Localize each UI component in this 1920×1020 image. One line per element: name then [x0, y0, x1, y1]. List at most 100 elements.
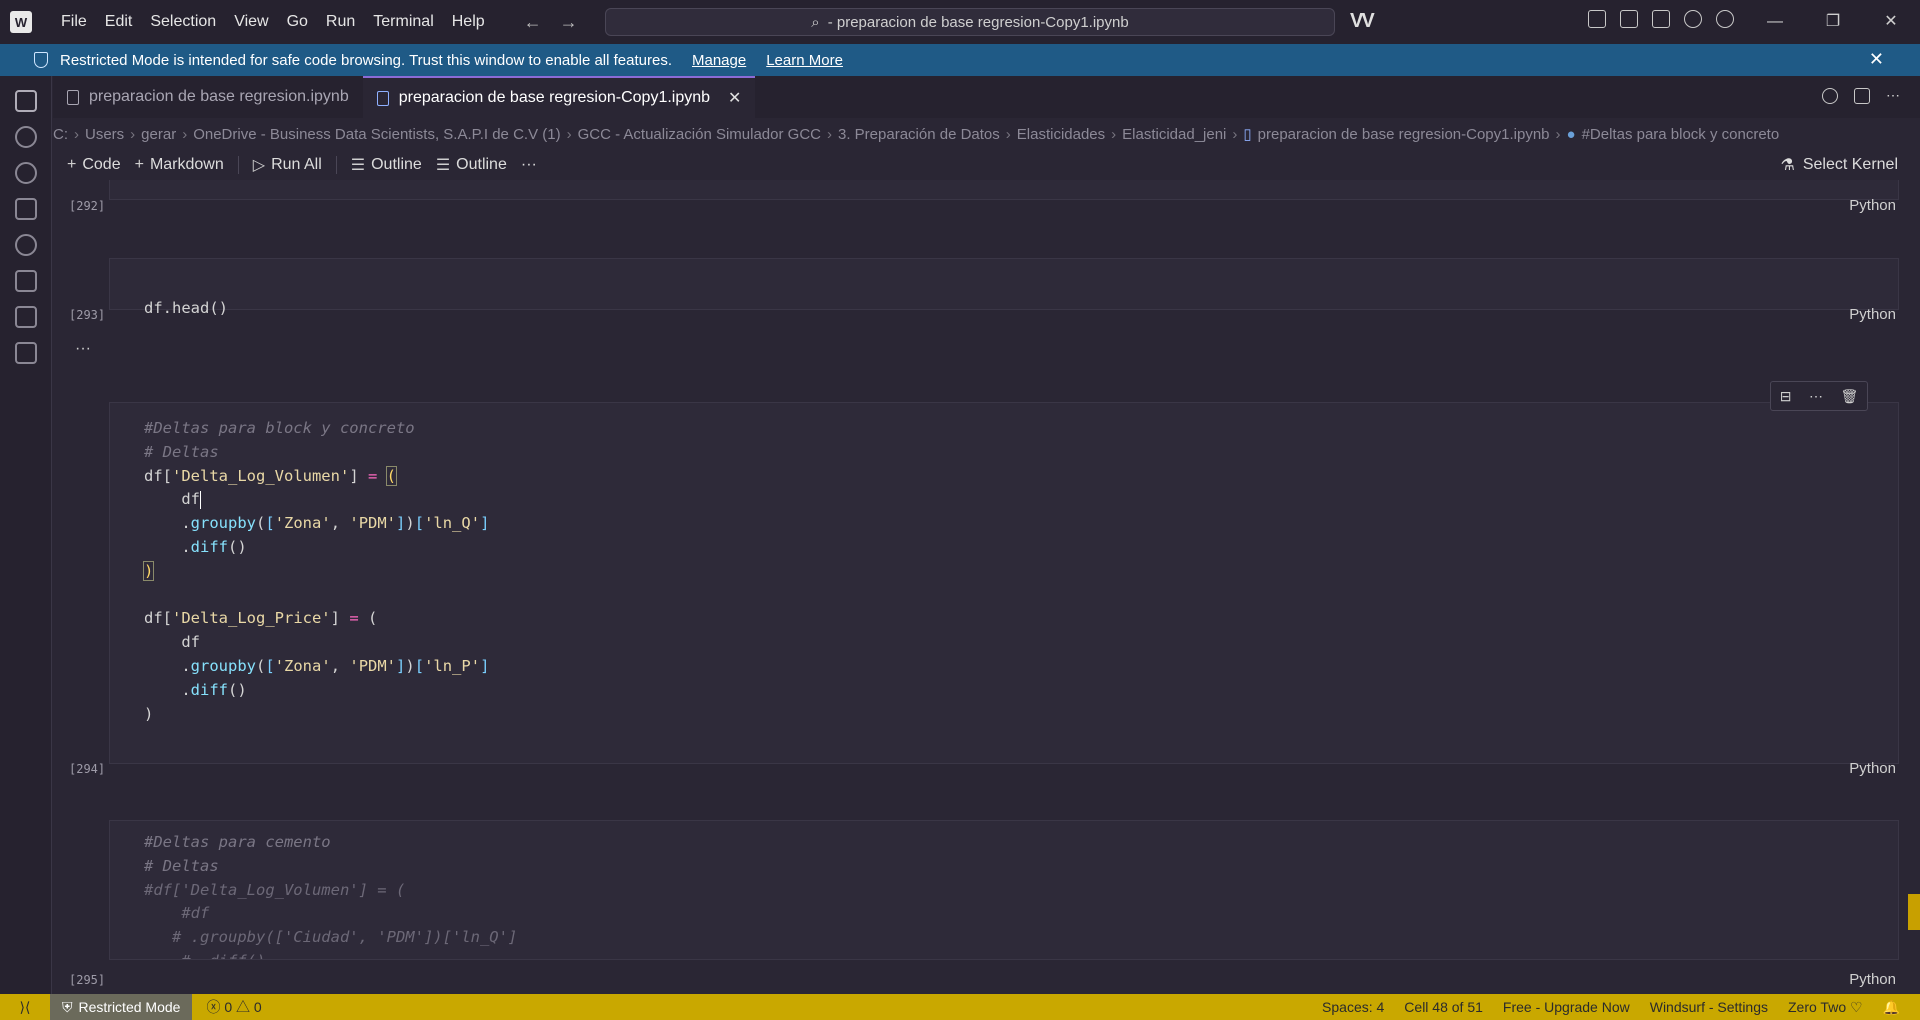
breadcrumb-item[interactable]: OneDrive - Business Data Scientists, S.A… [193, 126, 560, 143]
breadcrumb-item[interactable]: gerar [141, 126, 176, 143]
run-all-icon: ▷ [252, 157, 266, 174]
notebook-editor: df['...'] = df['...'] - df['...'] [292] … [53, 180, 1920, 994]
run-all-button[interactable]: ▷ Run All [253, 155, 322, 175]
cell-language[interactable]: Python [1849, 760, 1896, 777]
breadcrumb-item[interactable]: Elasticidades [1017, 126, 1105, 143]
extensions-icon[interactable] [14, 342, 37, 364]
menu-bar: File Edit Selection View Go Run Terminal… [52, 0, 494, 44]
select-kernel-button[interactable]: ⚗ Select Kernel [1780, 155, 1898, 175]
menu-edit[interactable]: Edit [96, 0, 142, 44]
remote-indicator-icon[interactable]: ⟩⟨ [0, 999, 50, 1016]
windsurf-logo-icon[interactable]: VV [1350, 10, 1375, 33]
run-debug-icon[interactable] [14, 270, 37, 292]
close-window-icon[interactable]: ✕ [1862, 0, 1920, 44]
kernel-icon: ⚗ [1780, 157, 1795, 174]
menu-terminal[interactable]: Terminal [364, 0, 442, 44]
cell-code: #Deltas para cemento # Deltas #df['Delta… [144, 833, 518, 959]
scrollbar-marker[interactable] [1908, 894, 1920, 930]
restore-icon[interactable]: ❐ [1804, 0, 1862, 44]
cell-language[interactable]: Python [1849, 197, 1896, 214]
python-icon: ● [1566, 125, 1576, 143]
outline-button[interactable]: ☰ Outline [351, 155, 422, 175]
code-cell[interactable]: df['...'] = df['...'] - df['...'] [109, 180, 1899, 200]
forward-arrow-icon[interactable]: → [560, 12, 578, 33]
breadcrumb-item[interactable]: Users [85, 126, 124, 143]
list-icon: ☰ [350, 157, 366, 174]
problems-status[interactable]: ⓧ 0 △ 0 [206, 997, 261, 1017]
breadcrumb-item[interactable]: Elasticidad_jeni [1122, 126, 1226, 143]
breadcrumb-item[interactable]: GCC - Actualización Simulador GCC [578, 126, 821, 143]
notebook-settings-icon[interactable] [1822, 88, 1838, 104]
menu-go[interactable]: Go [278, 0, 317, 44]
map-icon[interactable] [14, 198, 37, 220]
split-cell-icon[interactable]: ⊟ [1780, 388, 1792, 405]
error-icon: ⓧ [206, 999, 221, 1015]
add-markdown-cell-button[interactable]: + Markdown [135, 156, 224, 174]
activity-bar [0, 76, 52, 994]
ai-sparkle-icon[interactable] [14, 234, 37, 256]
code-cell[interactable]: #Deltas para cemento # Deltas #df['Delta… [109, 820, 1899, 960]
explorer-icon[interactable] [14, 90, 37, 112]
search-text: - preparacion de base regresion-Copy1.ip… [827, 13, 1129, 31]
breadcrumb-item[interactable]: preparacion de base regresion-Copy1.ipyn… [1258, 126, 1550, 143]
cell-toolbar: ⊟ ⋯ 🗑 [1770, 381, 1868, 411]
back-arrow-icon[interactable]: ← [524, 12, 542, 33]
learn-more-link[interactable]: Learn More [766, 52, 843, 69]
upgrade-status[interactable]: Free - Upgrade Now [1503, 999, 1630, 1016]
cell-position-status[interactable]: Cell 48 of 51 [1404, 999, 1483, 1016]
execution-count: [294] [69, 762, 106, 776]
tab-preparacion-base-regresion[interactable]: preparacion de base regresion.ipynb [53, 76, 363, 118]
add-code-cell-button[interactable]: + Code [67, 156, 121, 174]
code-cell[interactable]: ⊟ ⋯ 🗑 #Deltas para block y concreto # De… [109, 381, 1899, 764]
menu-file[interactable]: File [52, 0, 96, 44]
warning-icon: △ [236, 999, 251, 1015]
indentation-status[interactable]: Spaces: 4 [1322, 999, 1384, 1016]
toggle-panel-icon[interactable] [1620, 10, 1638, 28]
breadcrumb: C: › Users › gerar › OneDrive - Business Da… [53, 125, 1780, 144]
breadcrumb-item[interactable]: #Deltas para block y concreto [1582, 126, 1780, 143]
cell-code: df['...'] = df['...'] - df['...'] [144, 180, 452, 185]
menu-run[interactable]: Run [317, 0, 364, 44]
tab-preparacion-base-regresion-copy1[interactable]: preparacion de base regresion-Copy1.ipyn… [362, 76, 756, 118]
more-cell-actions-icon[interactable]: ⋯ [1809, 388, 1823, 405]
collapsed-output-marker[interactable]: ··· [75, 340, 91, 358]
notebook-icon [67, 89, 79, 105]
delete-cell-icon[interactable]: 🗑 [1840, 388, 1858, 405]
list-icon: ☰ [435, 157, 451, 174]
shield-icon [34, 52, 48, 68]
split-editor-icon[interactable] [1854, 88, 1870, 104]
notifications-icon[interactable]: 🔔 [1883, 999, 1900, 1016]
menu-help[interactable]: Help [443, 0, 494, 44]
notebook-icon: ▯ [1243, 126, 1252, 143]
shield-icon: ⛨ [62, 998, 73, 1015]
command-center-search[interactable]: ⌕ - preparacion de base regresion-Copy1.… [605, 8, 1335, 36]
cell-language[interactable]: Python [1849, 971, 1896, 988]
code-cell[interactable]: df.head() [109, 258, 1899, 317]
zero-two-status[interactable]: Zero Two ♡ [1788, 999, 1863, 1016]
menu-view[interactable]: View [225, 0, 277, 44]
menu-selection[interactable]: Selection [141, 0, 225, 44]
close-banner-icon[interactable]: ✕ [1869, 49, 1884, 70]
close-tab-icon[interactable]: ✕ [728, 88, 741, 108]
breadcrumb-item[interactable]: 3. Preparación de Datos [838, 126, 1000, 143]
toggle-secondary-sidebar-icon[interactable] [1652, 10, 1670, 28]
more-actions-icon[interactable]: ⋯ [1886, 88, 1902, 104]
execution-count: [292] [69, 199, 106, 213]
gear-icon[interactable] [1684, 10, 1702, 28]
code-text: df.head() [144, 298, 228, 317]
toggle-primary-sidebar-icon[interactable] [1588, 10, 1606, 28]
outline-button-2[interactable]: ☰ Outline [436, 155, 507, 175]
cell-code: df.head() [144, 273, 228, 321]
more-toolbar-actions[interactable]: ··· [521, 156, 537, 174]
source-control-icon[interactable] [14, 162, 37, 184]
account-icon[interactable] [1716, 10, 1734, 28]
notebook-icon [376, 90, 389, 106]
manage-link[interactable]: Manage [692, 52, 746, 69]
search-view-icon[interactable] [14, 126, 37, 148]
minimize-icon[interactable]: — [1746, 0, 1804, 44]
remote-explorer-icon[interactable] [14, 306, 37, 328]
windsurf-settings-status[interactable]: Windsurf - Settings [1650, 999, 1768, 1016]
breadcrumb-item[interactable]: C: [53, 126, 68, 143]
restricted-mode-status[interactable]: ⛨ Restricted Mode [50, 994, 193, 1020]
cell-language[interactable]: Python [1849, 306, 1896, 323]
